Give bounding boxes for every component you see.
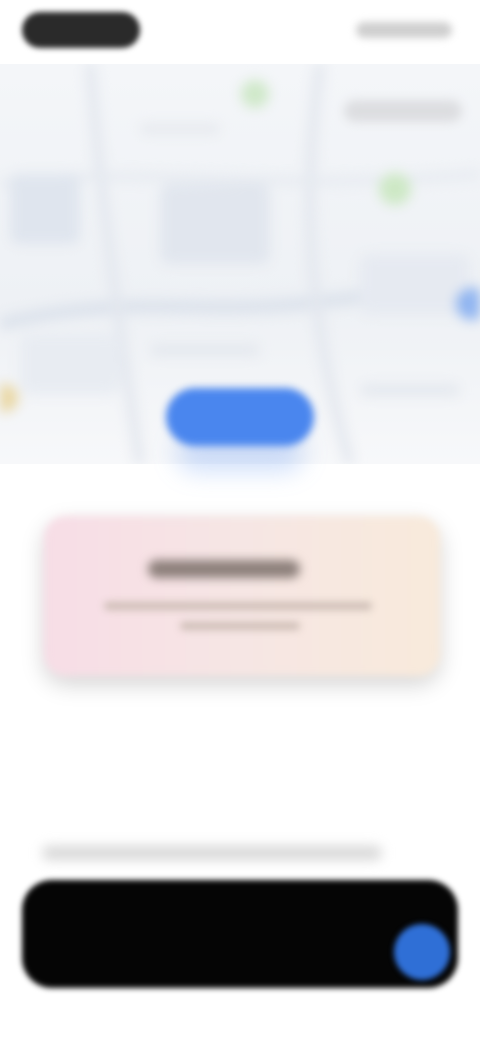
primary-action-button[interactable] xyxy=(166,388,314,446)
circle-button-icon[interactable] xyxy=(394,924,450,980)
map-chip[interactable] xyxy=(344,100,462,122)
bottom-action-bar[interactable] xyxy=(22,880,458,988)
card-subtitle-line-2 xyxy=(180,622,300,630)
status-time xyxy=(22,12,140,48)
card-title xyxy=(148,560,300,578)
status-bar xyxy=(0,0,480,64)
app-screen xyxy=(0,0,480,1040)
card-subtitle-line-1 xyxy=(104,602,372,610)
info-card[interactable] xyxy=(44,516,440,676)
status-indicators xyxy=(356,22,452,38)
bottom-section-label xyxy=(42,846,382,860)
